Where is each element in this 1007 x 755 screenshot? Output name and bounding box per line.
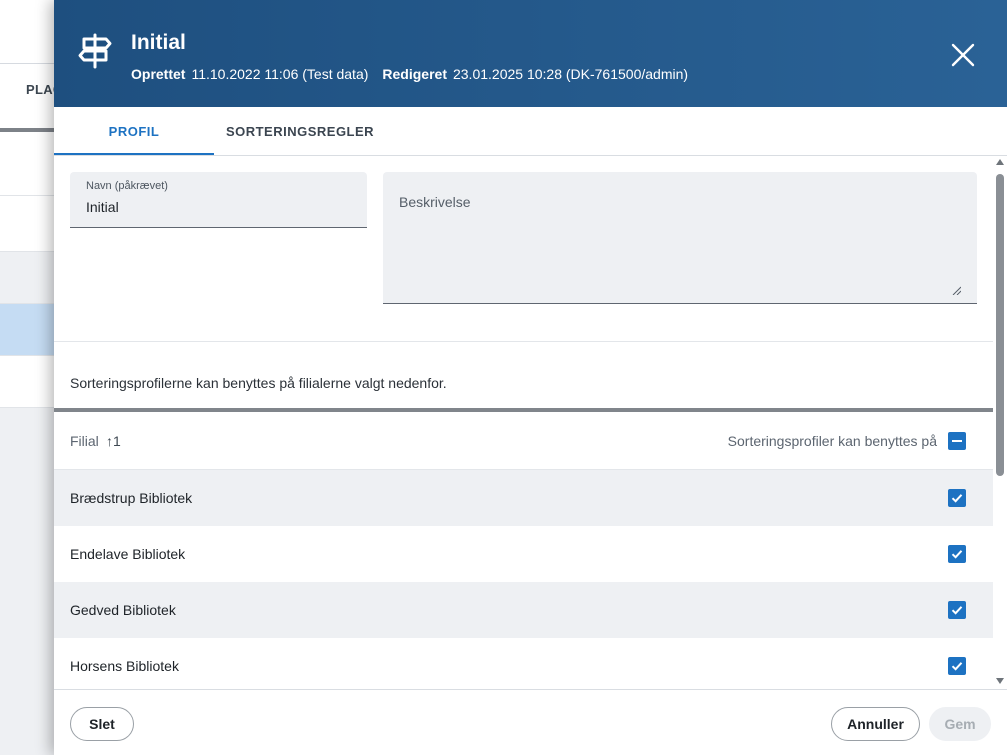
- background-row[interactable]: [0, 132, 60, 196]
- name-field-value[interactable]: Initial: [86, 199, 119, 215]
- cancel-button[interactable]: Annuller: [831, 707, 920, 741]
- background-row-selected[interactable]: [0, 304, 60, 356]
- description-placeholder: Beskrivelse: [399, 194, 471, 210]
- scroll-down-arrow-icon[interactable]: [996, 678, 1004, 684]
- column-header-filial[interactable]: Filial: [70, 433, 99, 449]
- branch-name: Brædstrup Bibliotek: [70, 490, 193, 506]
- resize-handle-icon[interactable]: [952, 286, 961, 295]
- select-all-checkbox-indeterminate[interactable]: [948, 432, 966, 450]
- signpost-icon: [78, 33, 112, 69]
- save-button[interactable]: Gem: [929, 707, 991, 741]
- tab-sorteringsregler[interactable]: SORTERINGSREGLER: [214, 107, 386, 155]
- checkmark-icon: [951, 662, 963, 671]
- vertical-scrollbar[interactable]: [993, 156, 1007, 689]
- name-field[interactable]: Navn (påkrævet) Initial: [70, 172, 367, 228]
- sort-ascending-indicator[interactable]: ↑1: [106, 433, 121, 449]
- edit-sorting-profile-dialog: Initial Oprettet 11.10.2022 11:06 (Test d…: [54, 0, 1007, 755]
- checkmark-icon: [951, 494, 963, 503]
- row-checkbox[interactable]: [948, 657, 966, 675]
- scroll-up-arrow-icon[interactable]: [996, 159, 1004, 165]
- dialog-title: Initial: [131, 31, 186, 54]
- dialog-footer: Slet Annuller Gem: [54, 689, 1007, 755]
- edited-label: Redigeret: [382, 66, 447, 82]
- created-label: Oprettet: [131, 66, 186, 82]
- table-row[interactable]: Endelave Bibliotek: [54, 526, 993, 582]
- branch-name: Gedved Bibliotek: [70, 602, 176, 618]
- branch-name: Endelave Bibliotek: [70, 546, 186, 562]
- column-header-usage: Sorteringsprofiler kan benyttes på: [727, 433, 937, 449]
- dialog-header: Initial Oprettet 11.10.2022 11:06 (Test d…: [54, 0, 1007, 107]
- background-row[interactable]: [0, 252, 60, 304]
- row-checkbox[interactable]: [948, 489, 966, 507]
- checkmark-icon: [951, 606, 963, 615]
- background-row[interactable]: [0, 196, 60, 252]
- row-checkbox[interactable]: [948, 601, 966, 619]
- info-text: Sorteringsprofilerne kan benyttes på fil…: [70, 375, 447, 391]
- close-icon[interactable]: [948, 40, 978, 70]
- background-row[interactable]: [0, 356, 60, 408]
- table-header: Filial ↑1 Sorteringsprofiler kan benytte…: [54, 412, 993, 470]
- row-checkbox[interactable]: [948, 545, 966, 563]
- branch-name: Horsens Bibliotek: [70, 658, 179, 674]
- dialog-metadata: Oprettet 11.10.2022 11:06 (Test data) Redi…: [131, 66, 702, 82]
- table-row[interactable]: Horsens Bibliotek: [54, 638, 993, 689]
- table-row[interactable]: Brædstrup Bibliotek: [54, 470, 993, 526]
- delete-button[interactable]: Slet: [70, 707, 134, 741]
- table-row[interactable]: Gedved Bibliotek: [54, 582, 993, 638]
- background-topbar: [0, 0, 60, 64]
- scrollbar-thumb[interactable]: [996, 174, 1004, 476]
- edited-value: 23.01.2025 10:28 (DK-761500/admin): [452, 66, 689, 82]
- tab-profil[interactable]: PROFIL: [54, 107, 214, 155]
- created-value: 11.10.2022 11:06 (Test data): [191, 66, 369, 82]
- name-field-label: Navn (påkrævet): [86, 180, 168, 192]
- description-field[interactable]: Beskrivelse: [383, 172, 977, 304]
- section-divider: [54, 341, 993, 342]
- dialog-content: Navn (påkrævet) Initial Beskrivelse Sort…: [54, 156, 1007, 689]
- dialog-tabs: PROFIL SORTERINGSREGLER: [54, 107, 1007, 156]
- checkmark-icon: [951, 550, 963, 559]
